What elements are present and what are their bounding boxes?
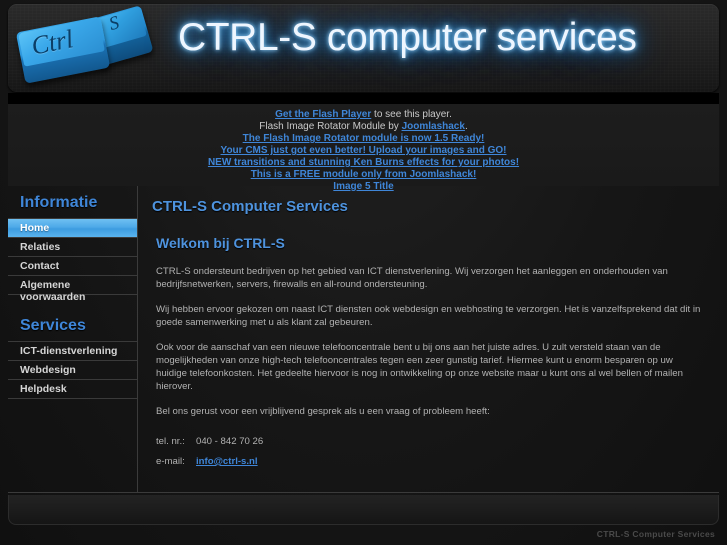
main-content: CTRL-S Computer Services Welkom bij CTRL… [138, 186, 719, 492]
flash-notice-line-4[interactable]: Your CMS just got even better! Upload yo… [8, 145, 719, 157]
phone-value: 040 - 842 70 26 [196, 436, 264, 447]
sidebar-item-helpdesk[interactable]: Helpdesk [8, 380, 137, 399]
phone-label: tel. nr.: [156, 436, 185, 447]
sidebar-item-ict-dienstverlening[interactable]: ICT-dienstverlening [8, 342, 137, 361]
article-heading: Welkom bij CTRL-S [156, 235, 285, 251]
sidebar-item-relaties[interactable]: Relaties [8, 238, 137, 257]
sidebar-link-webdesign[interactable]: Webdesign [8, 361, 137, 379]
footer-panel [8, 495, 719, 525]
sidebar-link-ict-dienstverlening[interactable]: ICT-dienstverlening [8, 342, 137, 360]
sidebar-menu-informatie: Home Relaties Contact Algemene voorwaard… [8, 218, 137, 303]
email-label: e-mail: [156, 456, 185, 467]
contact-details: tel. nr.: 040 - 842 70 26 e-mail: info@c… [156, 436, 263, 476]
contact-row-phone: tel. nr.: 040 - 842 70 26 [156, 436, 263, 456]
sidebar-link-algemene-voorwaarden[interactable]: Algemene voorwaarden [8, 276, 137, 303]
flash-notice-line-3[interactable]: The Flash Image Rotator module is now 1.… [8, 133, 719, 145]
flash-notice-line-5[interactable]: NEW transitions and stunning Ken Burns e… [8, 157, 719, 169]
flash-notice-line-6-text: This is a FREE module only from Joomlash… [250, 169, 477, 180]
sidebar: Informatie Home Relaties Contact Algemen… [8, 186, 138, 492]
sidebar-module-title-services: Services [20, 317, 86, 334]
sidebar-link-helpdesk[interactable]: Helpdesk [8, 380, 137, 398]
sidebar-link-relaties[interactable]: Relaties [8, 238, 137, 256]
article-paragraph-3: Ook voor de aanschaf van een nieuwe tele… [156, 342, 683, 392]
site-logo[interactable]: S Ctrl [14, 5, 174, 92]
flash-rotator-notice: Get the Flash Player to see this player.… [8, 104, 719, 192]
sidebar-menu-services: ICT-dienstverlening Webdesign Helpdesk [8, 341, 137, 399]
page-title: CTRL-S Computer Services [152, 198, 348, 215]
sidebar-item-home[interactable]: Home [8, 219, 137, 238]
flash-notice-line-5-text: NEW transitions and stunning Ken Burns e… [207, 157, 520, 168]
flash-notice-line-1: Get the Flash Player to see this player. [8, 109, 719, 121]
article-paragraph-2: Wij hebben ervoor gekozen om naast ICT d… [156, 304, 701, 328]
flash-notice-line-2-prefix: Flash Image Rotator Module by [259, 121, 402, 132]
sidebar-link-home[interactable]: Home [8, 219, 137, 237]
flash-notice-line-6[interactable]: This is a FREE module only from Joomlash… [8, 169, 719, 181]
get-flash-player-link[interactable]: Get the Flash Player [275, 109, 371, 120]
article-paragraph-4: Bel ons gerust voor een vrijblijvend ges… [156, 406, 490, 417]
flash-notice-line-3-text: The Flash Image Rotator module is now 1.… [242, 133, 485, 144]
sidebar-item-algemene-voorwaarden[interactable]: Algemene voorwaarden [8, 276, 137, 303]
email-link[interactable]: info@ctrl-s.nl [196, 456, 258, 467]
page-root: S Ctrl CTRL-S computer services Get the … [0, 0, 727, 545]
sidebar-module-title-informatie: Informatie [20, 194, 98, 211]
flash-notice-line-1-rest: to see this player. [371, 109, 452, 120]
flash-notice-line-2: Flash Image Rotator Module by Joomlashac… [8, 121, 719, 133]
body-wrapper: Informatie Home Relaties Contact Algemen… [8, 186, 719, 492]
header-divider-bar [8, 93, 719, 104]
sidebar-item-contact[interactable]: Contact [8, 257, 137, 276]
flash-notice-line-4-text: Your CMS just got even better! Upload yo… [220, 145, 507, 156]
email-value-cell: info@ctrl-s.nl [196, 456, 263, 476]
site-header: S Ctrl CTRL-S computer services [8, 4, 719, 92]
sidebar-item-webdesign[interactable]: Webdesign [8, 361, 137, 380]
sidebar-link-contact[interactable]: Contact [8, 257, 137, 275]
article-paragraph-1: CTRL-S ondersteunt bedrijven op het gebi… [156, 266, 668, 290]
footer-divider [8, 492, 719, 493]
keyboard-key-ctrl-icon: Ctrl [15, 16, 111, 84]
joomlashack-link[interactable]: Joomlashack [402, 121, 465, 132]
flash-notice-line-2-suffix: . [464, 121, 468, 132]
footer-credit: CTRL-S Computer Services [596, 529, 715, 539]
site-title: CTRL-S computer services [178, 16, 637, 59]
contact-row-email: e-mail: info@ctrl-s.nl [156, 456, 263, 476]
